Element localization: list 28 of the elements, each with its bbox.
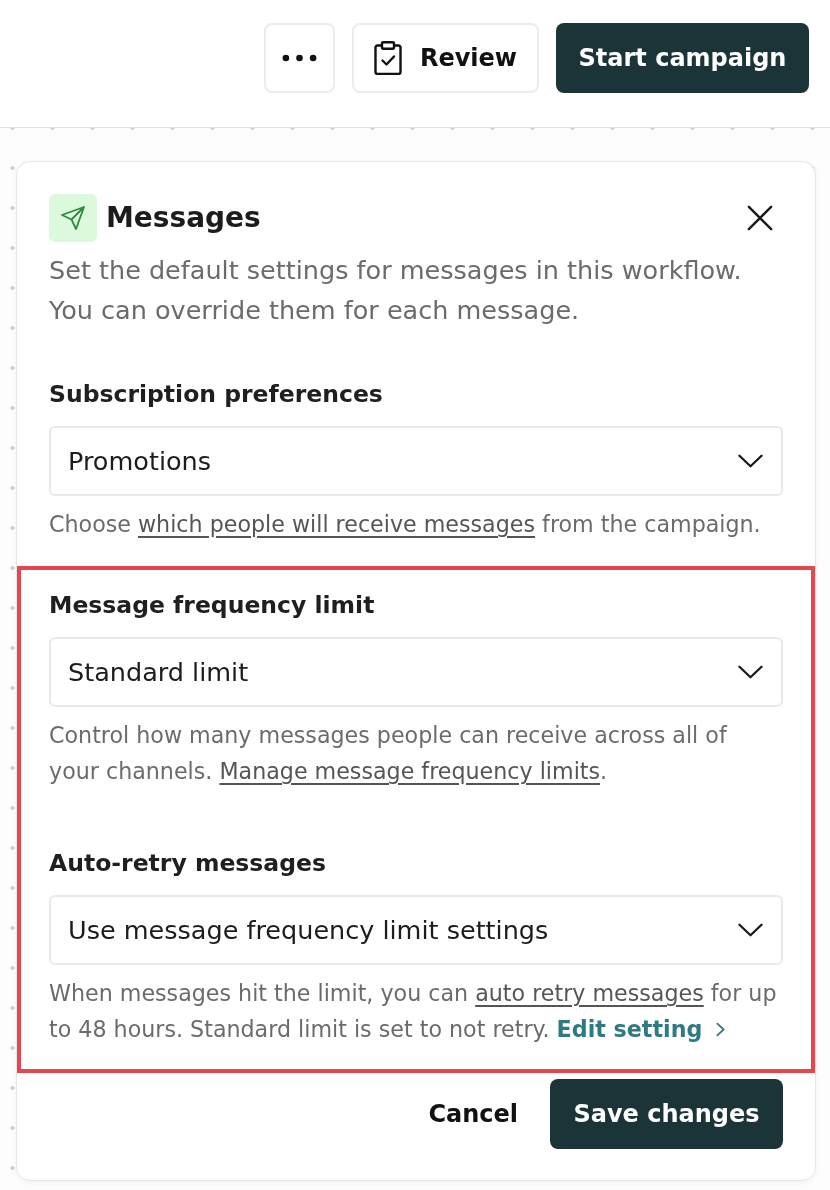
field-label: Message frequency limit	[49, 590, 376, 621]
field-label: Auto-retry messages	[49, 848, 327, 879]
edit-setting-link[interactable]: Edit setting	[556, 1011, 726, 1047]
help-text: Choose which people will receive messages from the campaign.	[49, 510, 762, 539]
field-label: Subscription preferences	[49, 379, 384, 410]
save-changes-button[interactable]: Save changes	[550, 1079, 783, 1149]
dropdown[interactable]: Standard limit	[49, 637, 783, 707]
chevron-down-icon	[738, 923, 763, 937]
clipboard-check-icon	[373, 41, 402, 75]
chevron-down-icon	[738, 454, 763, 468]
cancel-button[interactable]: Cancel	[428, 1100, 518, 1128]
close-icon[interactable]	[747, 205, 773, 231]
dropdown[interactable]: Promotions	[49, 426, 783, 496]
more-icon	[282, 54, 317, 62]
help-link[interactable]: which people will receive messages	[137, 511, 535, 537]
help-link[interactable]: Manage message frequency limits	[219, 758, 601, 784]
panel-title: Messages	[106, 200, 262, 236]
paper-plane-icon	[49, 194, 97, 242]
help-link[interactable]: auto retry messages	[475, 980, 704, 1006]
help-text: Control how many messages people can receive across all of your channels. Manage message frequency limits.	[49, 721, 729, 786]
review-button[interactable]: Review	[352, 23, 539, 93]
help-text: When messages hit the limit, you can auto retry messages for up to 48 hours. Standard limit is set to not retry. Edit setting	[49, 975, 783, 1047]
dropdown[interactable]: Use message frequency limit settings	[49, 895, 783, 965]
chevron-down-icon	[738, 665, 763, 679]
chevron-right-icon	[716, 1021, 726, 1037]
panel-description: Set the default settings for messages in this workflow. You can override them for each message.	[49, 254, 743, 327]
more-button[interactable]	[264, 23, 335, 93]
start-campaign-button[interactable]: Start campaign	[556, 23, 809, 93]
